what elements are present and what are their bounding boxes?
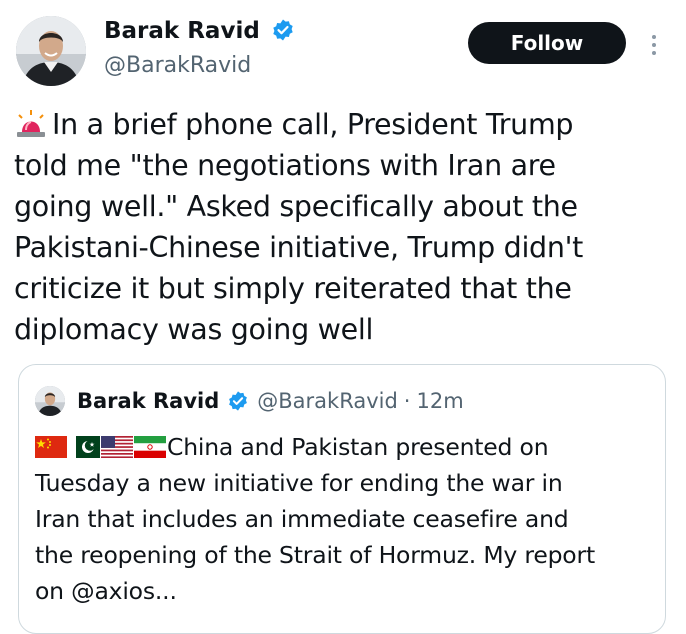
rotating-light-icon: [17, 110, 45, 137]
quoted-handle[interactable]: @BarakRavid: [257, 389, 398, 413]
more-dot: [652, 35, 656, 39]
verified-badge-icon: [273, 19, 293, 40]
usa-flag-icon: [101, 436, 133, 458]
tweet-text-body: In a brief phone call, President Trump t…: [14, 108, 584, 346]
more-dot: [652, 51, 656, 55]
separator-dot: ·: [403, 389, 411, 413]
author-display-name[interactable]: Barak Ravid: [104, 16, 260, 46]
tweet-text: In a brief phone call, President Trump t…: [14, 104, 674, 350]
quoted-tweet-text: China and Pakistan presented on Tuesday …: [35, 429, 655, 609]
iran-flag-icon: [134, 436, 166, 458]
quoted-avatar-photo: [35, 386, 65, 416]
china-flag-icon: [35, 436, 67, 458]
more-dot: [652, 43, 656, 47]
pakistan-flag-icon: [68, 436, 100, 458]
quoted-tweet-card[interactable]: Barak Ravid @BarakRavid · 12m China and …: [18, 364, 666, 634]
tweet-header: Barak Ravid @BarakRavid Follow: [14, 10, 674, 90]
avatar[interactable]: [16, 16, 86, 86]
follow-button[interactable]: Follow: [468, 22, 626, 64]
verified-badge-icon: [229, 391, 248, 411]
quoted-timestamp[interactable]: 12m: [416, 389, 463, 413]
quoted-display-name[interactable]: Barak Ravid: [77, 389, 219, 413]
quoted-tweet-text-body: China and Pakistan presented on Tuesday …: [35, 433, 595, 605]
author-info: Barak Ravid @BarakRavid: [104, 16, 295, 82]
quoted-avatar[interactable]: [35, 386, 65, 416]
more-vertical-icon[interactable]: [642, 30, 666, 60]
author-handle[interactable]: @BarakRavid: [104, 50, 295, 82]
avatar-photo: [16, 16, 86, 86]
quoted-tweet-header: Barak Ravid @BarakRavid · 12m: [35, 385, 464, 417]
